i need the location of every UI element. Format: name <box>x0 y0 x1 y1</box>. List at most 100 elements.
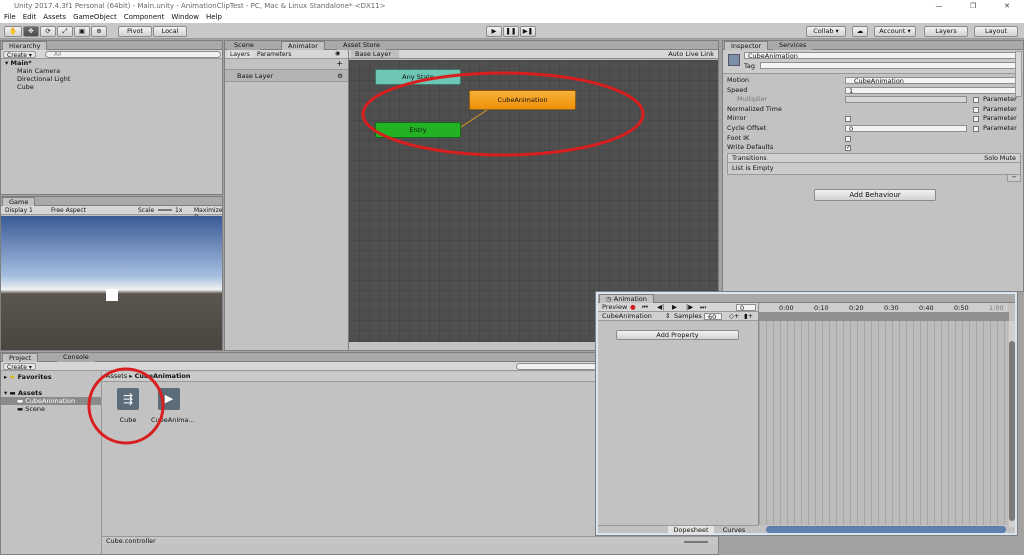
scale-tool-icon[interactable]: ⤢ <box>57 26 73 37</box>
motion-field[interactable]: CubeAnimation <box>845 77 1019 84</box>
hierarchy-item-cube[interactable]: Cube <box>1 83 222 91</box>
layers-tab[interactable]: Layers <box>228 51 252 58</box>
tab-animation[interactable]: ◷ Animation <box>599 294 654 303</box>
display-dropdown[interactable]: Display 1 <box>5 207 33 214</box>
add-event-icon[interactable]: ▮+ <box>744 312 753 320</box>
minimize-icon[interactable]: — <box>922 0 956 12</box>
last-key-icon[interactable]: ⏭ <box>700 303 706 311</box>
auto-live-link-button[interactable]: Auto Live Link <box>668 50 714 58</box>
add-layer-icon[interactable]: + <box>336 59 343 68</box>
dopesheet-area[interactable] <box>758 321 1008 525</box>
account-button[interactable]: Account ▾ <box>874 26 916 37</box>
preview-toggle[interactable]: Preview <box>602 303 627 311</box>
tab-asset-store[interactable]: Asset Store <box>337 41 387 50</box>
timeline-ruler[interactable]: 0:00 0:10 0:20 0:30 0:40 0:50 1:00 <box>758 303 1009 321</box>
menu-component[interactable]: Component <box>124 13 165 21</box>
tab-animator[interactable]: Animator <box>281 41 325 50</box>
state-name-field[interactable]: CubeAnimation <box>744 52 1020 59</box>
curves-tab[interactable]: Curves <box>714 526 754 534</box>
menu-help[interactable]: Help <box>206 13 222 21</box>
add-keyframe-icon[interactable]: ◇+ <box>729 312 739 320</box>
event-row[interactable] <box>759 312 1009 321</box>
transform-tool-icon[interactable]: ⊕ <box>91 26 107 37</box>
multiplier-param-checkbox[interactable] <box>973 97 979 104</box>
cycle-offset-param-checkbox[interactable] <box>973 125 979 132</box>
hand-tool-icon[interactable]: ✋ <box>4 26 22 37</box>
inspector-scrollbar[interactable] <box>1015 51 1022 97</box>
cloud-icon[interactable]: ☁ <box>852 26 868 37</box>
frame-field[interactable]: 0 <box>736 304 756 311</box>
layer-settings-icon[interactable]: ⚙ <box>337 70 343 82</box>
clip-dropdown[interactable]: CubeAnimation <box>602 312 652 320</box>
eye-icon[interactable]: ◉ <box>335 50 340 57</box>
transition-remove-button[interactable]: − <box>1007 174 1021 182</box>
foot-ik-checkbox[interactable] <box>845 135 851 142</box>
tab-scene[interactable]: Scene <box>228 41 260 50</box>
breadcrumb-base-layer[interactable]: Base Layer <box>351 50 400 58</box>
icon-size-slider[interactable] <box>684 541 708 543</box>
pause-icon[interactable]: ❚❚ <box>503 26 519 37</box>
add-behaviour-button[interactable]: Add Behaviour <box>814 189 936 201</box>
menu-window[interactable]: Window <box>171 13 199 21</box>
first-key-icon[interactable]: ⏮ <box>642 303 648 311</box>
play-icon[interactable]: ▶ <box>486 26 502 37</box>
tab-game[interactable]: Game <box>2 197 36 206</box>
dopesheet-vscroll[interactable] <box>1009 321 1015 527</box>
vscroll-thumb[interactable] <box>1009 341 1015 521</box>
tab-hierarchy[interactable]: Hierarchy <box>2 41 48 50</box>
scale-slider[interactable] <box>158 209 172 211</box>
next-key-icon[interactable]: |▶ <box>686 303 693 311</box>
project-create-button[interactable]: Create ▾ <box>3 363 36 371</box>
speed-label: Speed <box>727 85 748 94</box>
tab-console[interactable]: Console <box>57 353 95 362</box>
speed-field[interactable]: 1 <box>845 86 1019 94</box>
dopesheet-tab[interactable]: Dopesheet <box>668 526 714 534</box>
play-clip-icon[interactable]: ▶ <box>672 303 677 311</box>
animation-window: ◷ Animation Preview ● ⏮ ◀| ▶ |▶ ⏭ 0 Cube… <box>596 292 1017 535</box>
layers-dropdown[interactable]: Layers <box>924 26 968 37</box>
rect-tool-icon[interactable]: ▣ <box>74 26 90 37</box>
local-button[interactable]: Local <box>153 26 187 37</box>
menu-edit[interactable]: Edit <box>23 13 37 21</box>
mirror-param-checkbox[interactable] <box>973 116 979 123</box>
menu-gameobject[interactable]: GameObject <box>73 13 117 21</box>
hierarchy-panel: Hierarchy Create ▾ All ▾ Main* Main Came… <box>0 40 223 195</box>
parameters-tab[interactable]: Parameters <box>257 51 291 58</box>
hierarchy-item-directional-light[interactable]: Directional Light <box>1 75 222 83</box>
aspect-dropdown[interactable]: Free Aspect <box>51 207 86 214</box>
record-icon[interactable]: ● <box>630 303 636 311</box>
layout-dropdown[interactable]: Layout <box>974 26 1018 37</box>
inspector-panel: Inspector Services CubeAnimation Tag Mot… <box>722 40 1024 292</box>
hierarchy-create-button[interactable]: Create ▾ <box>3 51 36 59</box>
hscroll-thumb[interactable] <box>766 526 1006 533</box>
samples-field[interactable]: 60 <box>704 313 722 320</box>
prev-key-icon[interactable]: ◀| <box>657 303 664 311</box>
write-defaults-checkbox[interactable]: ✓ <box>845 145 851 152</box>
tab-inspector[interactable]: Inspector <box>724 41 769 50</box>
step-icon[interactable]: ▶❚ <box>520 26 536 37</box>
collab-button[interactable]: Collab ▾ <box>806 26 846 37</box>
tick-label: 0:00 <box>779 304 794 312</box>
cycle-offset-field[interactable]: 0 <box>845 124 967 132</box>
tag-field[interactable] <box>760 62 1020 69</box>
move-tool-icon[interactable]: ✥ <box>23 26 39 37</box>
rotate-tool-icon[interactable]: ⟳ <box>40 26 56 37</box>
normalized-time-param-checkbox[interactable] <box>973 106 979 113</box>
maximize-icon[interactable]: ❐ <box>956 0 990 12</box>
window-title: Unity 2017.4.3f1 Personal (64bit) - Main… <box>14 2 386 10</box>
pivot-button[interactable]: Pivot <box>118 26 152 37</box>
mirror-checkbox[interactable] <box>845 116 851 123</box>
layer-row[interactable]: Base Layer ⚙ <box>225 69 348 82</box>
hierarchy-search-input[interactable]: All <box>45 51 221 58</box>
tab-project[interactable]: Project <box>2 353 39 362</box>
tab-services[interactable]: Services <box>773 41 813 50</box>
clip-dropdown-arrow: ⇕ <box>665 312 671 320</box>
add-property-button[interactable]: Add Property <box>616 330 739 340</box>
game-viewport[interactable] <box>1 216 222 350</box>
dopesheet-hscroll[interactable] <box>766 526 1006 533</box>
scene-header[interactable]: ▾ Main* <box>1 59 222 67</box>
hierarchy-item-main-camera[interactable]: Main Camera <box>1 67 222 75</box>
menu-file[interactable]: File <box>4 13 16 21</box>
close-icon[interactable]: ✕ <box>990 0 1024 12</box>
menu-assets[interactable]: Assets <box>43 13 66 21</box>
